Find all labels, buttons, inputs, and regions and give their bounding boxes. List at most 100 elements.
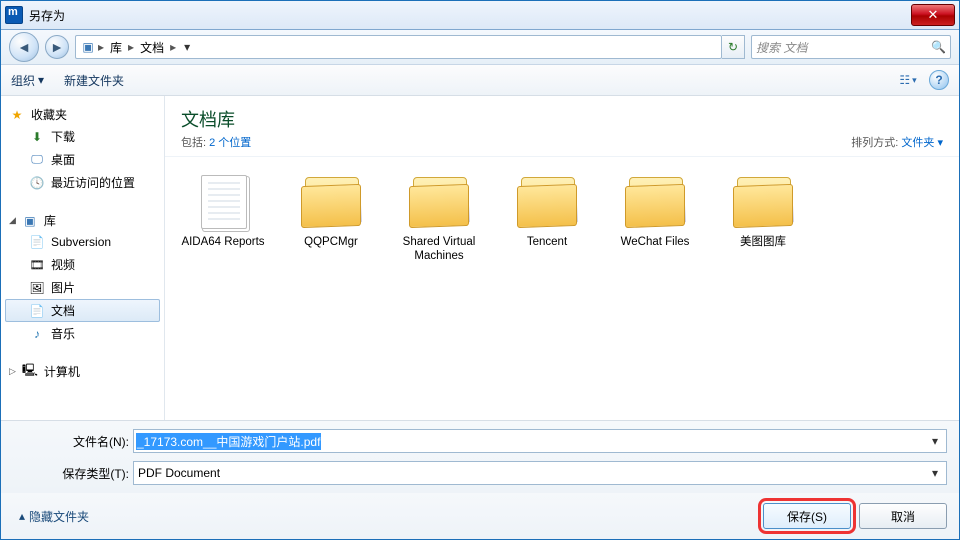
- app-icon: [5, 6, 23, 24]
- computer-label: 计算机: [44, 363, 80, 380]
- back-button[interactable]: ◄: [9, 32, 39, 62]
- address-bar[interactable]: ▣ ▸ 库 ▸ 文档 ▸ ▾: [75, 35, 722, 59]
- folder-item[interactable]: QQPCMgr: [277, 173, 385, 264]
- nav-item-videos[interactable]: 🎞 视频: [5, 253, 160, 276]
- filetype-label: 保存类型(T):: [19, 465, 133, 482]
- library-icon: ▣: [22, 213, 38, 229]
- content-area: 文档库 包括: 2 个位置 排列方式: 文件夹 ▾ AIDA64 Reports: [165, 96, 959, 420]
- folder-item[interactable]: Tencent: [493, 173, 601, 264]
- refresh-button[interactable]: ↻: [722, 35, 745, 59]
- nav-item-recent[interactable]: 🕓最近访问的位置: [5, 171, 160, 194]
- libraries-header[interactable]: ◢ ▣ 库: [5, 210, 160, 231]
- library-header: 文档库 包括: 2 个位置 排列方式: 文件夹 ▾: [165, 96, 959, 157]
- includes-prefix: 包括:: [181, 137, 206, 149]
- filetype-select[interactable]: PDF Document ▾: [133, 461, 947, 485]
- nav-item-label: 桌面: [51, 151, 75, 168]
- organize-menu[interactable]: 组织 ▾: [11, 72, 44, 89]
- nav-item-pictures[interactable]: 🖼图片: [5, 276, 160, 299]
- folder-icon: [731, 173, 795, 229]
- item-label: QQPCMgr: [277, 235, 385, 249]
- footer: ▴ 隐藏文件夹 保存(S) 取消: [1, 493, 959, 539]
- save-as-dialog: 另存为 ✕ ◄ ► ▣ ▸ 库 ▸ 文档 ▸ ▾ ↻ 搜索 文档 🔍: [0, 0, 960, 540]
- filename-input[interactable]: _17173.com__中国游戏门户站.pdf ▾: [133, 429, 947, 453]
- chevron-right-icon: ▸: [98, 40, 104, 54]
- item-label: AIDA64 Reports: [169, 235, 277, 249]
- folder-icon: [407, 173, 471, 229]
- search-input[interactable]: 搜索 文档 🔍: [751, 35, 951, 59]
- help-button[interactable]: ?: [929, 70, 949, 90]
- arrow-right-icon: ►: [50, 39, 64, 55]
- folder-item[interactable]: Shared Virtual Machines: [385, 173, 493, 264]
- nav-row: ◄ ► ▣ ▸ 库 ▸ 文档 ▸ ▾ ↻ 搜索 文档 🔍: [1, 30, 959, 65]
- folder-icon: [623, 173, 687, 229]
- item-label: Tencent: [493, 235, 601, 249]
- breadcrumb-libraries[interactable]: 库: [106, 39, 126, 56]
- arrange-dropdown[interactable]: 文件夹 ▾: [901, 137, 943, 149]
- computer-header[interactable]: ▷ 🖳 计算机: [5, 361, 160, 382]
- cancel-label: 取消: [891, 508, 915, 525]
- view-mode-button[interactable]: ☷▾: [897, 69, 919, 91]
- nav-item-label: 视频: [51, 256, 75, 273]
- close-icon: ✕: [928, 7, 939, 23]
- favorites-label: 收藏夹: [31, 106, 67, 123]
- filename-dropdown-icon[interactable]: ▾: [926, 434, 944, 448]
- nav-item-label: 文档: [51, 302, 75, 319]
- help-icon: ?: [935, 73, 942, 87]
- folder-item[interactable]: 美图图库: [709, 173, 817, 264]
- new-folder-label: 新建文件夹: [64, 72, 124, 89]
- folder-item[interactable]: AIDA64 Reports: [169, 173, 277, 264]
- doc-icon: 📄: [29, 234, 45, 250]
- library-subtitle: 包括: 2 个位置: [181, 134, 251, 150]
- arrow-left-icon: ◄: [17, 39, 31, 55]
- window-title: 另存为: [29, 7, 65, 24]
- nav-item-subversion[interactable]: 📄 Subversion: [5, 231, 160, 253]
- desktop-icon: 🖵: [29, 152, 45, 168]
- nav-item-music[interactable]: ♪音乐: [5, 322, 160, 345]
- nav-item-label: 下载: [51, 128, 75, 145]
- item-label: WeChat Files: [601, 235, 709, 249]
- nav-item-label: 图片: [51, 279, 75, 296]
- favorites-header[interactable]: ★ 收藏夹: [5, 104, 160, 125]
- save-button[interactable]: 保存(S): [763, 503, 851, 529]
- items-view[interactable]: AIDA64 Reports QQPCMgr Shared Virtual Ma…: [165, 157, 959, 420]
- hide-folders-toggle[interactable]: ▴ 隐藏文件夹: [19, 508, 89, 525]
- nav-item-label: Subversion: [51, 235, 111, 249]
- folder-item[interactable]: WeChat Files: [601, 173, 709, 264]
- refresh-icon: ↻: [728, 40, 738, 54]
- doc-icon: 📄: [29, 303, 45, 319]
- expand-icon: ▷: [9, 366, 16, 377]
- arrange-value: 文件夹: [901, 137, 934, 149]
- chevron-right-icon: ▸: [170, 40, 176, 54]
- save-label: 保存(S): [787, 508, 827, 525]
- folder-icon: [515, 173, 579, 229]
- address-dropdown-icon[interactable]: ▾: [178, 40, 196, 54]
- computer-icon: 🖳: [22, 364, 38, 380]
- item-label: 美图图库: [709, 235, 817, 249]
- includes-link[interactable]: 2 个位置: [209, 137, 251, 149]
- filename-label: 文件名(N):: [19, 433, 133, 450]
- breadcrumb-documents[interactable]: 文档: [136, 39, 168, 56]
- download-icon: ⬇: [29, 129, 45, 145]
- folder-icon: [299, 173, 363, 229]
- new-folder-button[interactable]: 新建文件夹: [64, 72, 124, 89]
- chevron-right-icon: ▸: [128, 40, 134, 54]
- filetype-value: PDF Document: [136, 466, 220, 480]
- doc-stack-icon: [201, 175, 247, 229]
- libraries-label: 库: [44, 212, 56, 229]
- library-icon: ▣: [80, 39, 96, 55]
- item-label: Shared Virtual Machines: [385, 235, 493, 264]
- music-icon: ♪: [29, 326, 45, 342]
- video-icon: 🎞: [29, 257, 45, 273]
- chevron-down-icon: ▾: [912, 75, 917, 86]
- nav-item-desktop[interactable]: 🖵 桌面: [5, 148, 160, 171]
- close-button[interactable]: ✕: [911, 4, 955, 26]
- toolbar: 组织 ▾ 新建文件夹 ☷▾ ?: [1, 65, 959, 96]
- search-icon: 🔍: [931, 40, 946, 54]
- filetype-dropdown-icon[interactable]: ▾: [926, 466, 944, 480]
- nav-item-documents[interactable]: 📄 文档: [5, 299, 160, 322]
- cancel-button[interactable]: 取消: [859, 503, 947, 529]
- nav-item-downloads[interactable]: ⬇ 下载: [5, 125, 160, 148]
- forward-button[interactable]: ►: [45, 35, 69, 59]
- view-icon: ☷: [899, 73, 910, 87]
- organize-label: 组织: [11, 72, 35, 89]
